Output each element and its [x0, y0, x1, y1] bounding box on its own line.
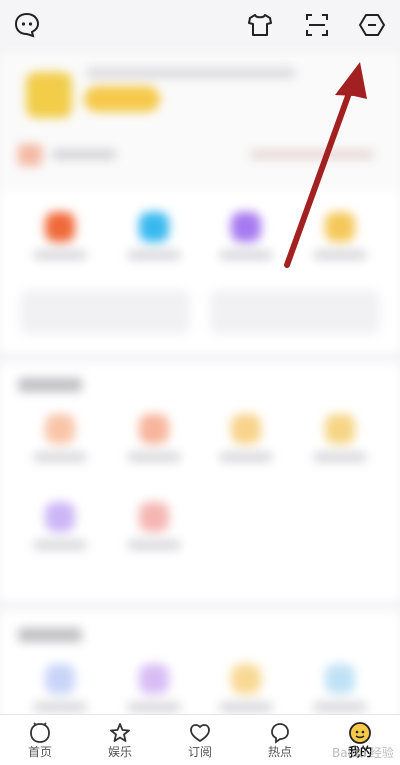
more-hexagon-icon[interactable]: [357, 10, 387, 40]
heart-icon: [188, 721, 212, 745]
tab-label: 订阅: [187, 745, 212, 759]
tab-label: 热点: [267, 745, 292, 759]
avatar-icon: [348, 721, 372, 745]
top-bar: [0, 0, 400, 52]
tshirt-icon[interactable]: [245, 10, 275, 40]
bottom-tab-bar: 首页 娱乐 订阅 热点 我的 Baidu 经验: [0, 714, 400, 765]
home-icon: [28, 721, 52, 745]
blurred-content: [0, 52, 400, 758]
smiley-message-icon[interactable]: [12, 10, 42, 40]
tab-home[interactable]: 首页: [0, 715, 80, 765]
shortcut-grid: [0, 192, 400, 352]
service-section: [0, 364, 400, 600]
scan-icon[interactable]: [302, 10, 332, 40]
tab-label: 娱乐: [107, 745, 132, 759]
level-badge: [84, 86, 160, 112]
tab-hot[interactable]: 热点: [240, 715, 320, 765]
tab-label: 首页: [27, 745, 52, 759]
more-section: [0, 612, 400, 758]
avatar: [26, 72, 72, 118]
hot-icon: [268, 721, 292, 745]
watermark: Baidu 经验: [332, 746, 394, 760]
tab-entertainment[interactable]: 娱乐: [80, 715, 160, 765]
profile-card: [0, 52, 400, 192]
tab-subscribe[interactable]: 订阅: [160, 715, 240, 765]
star-icon: [108, 721, 132, 745]
